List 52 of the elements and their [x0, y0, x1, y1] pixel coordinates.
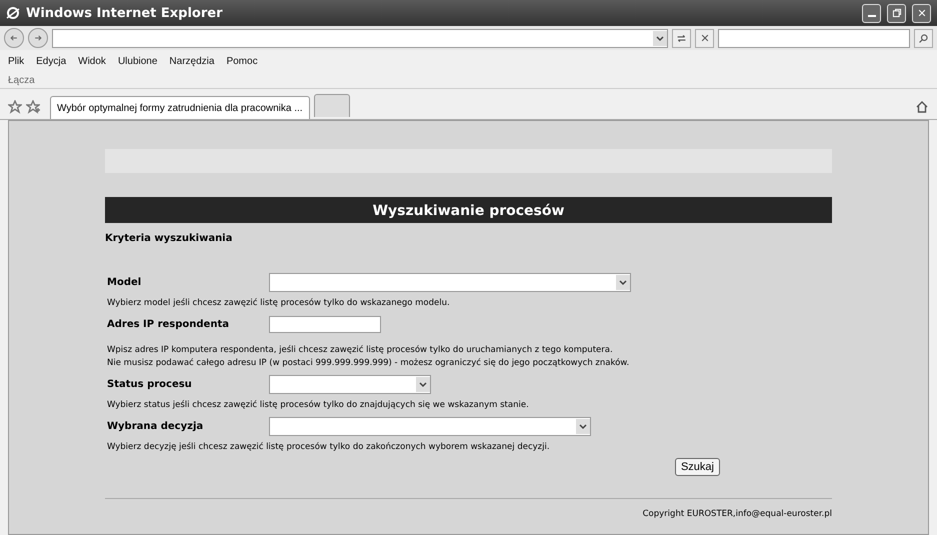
dropdown-caret-icon: [653, 30, 667, 46]
dropdown-caret-icon: [576, 418, 590, 434]
favorites-star-icon[interactable]: [8, 100, 22, 114]
field-hint: Wybierz decyzję jeśli chcesz zawęzić listę procesów tylko do zakończonych wyborem wskazanej decyzji.: [107, 441, 551, 454]
field-hint: Wpisz adres IP komputera respondenta, jeśli chcesz zawęzić listę procesów tylko do uruchamianych z tego komputera.: [107, 344, 614, 357]
maximize-button[interactable]: [887, 4, 906, 22]
window-title: Windows Internet Explorer: [26, 6, 224, 20]
restore-icon: [892, 8, 902, 18]
field-hint: Nie musisz podawać całego adresu IP (w postaci 999.999.999.999) - możesz ograniczyć się do jego początkowych znaków.: [107, 357, 630, 370]
dropdown-field[interactable]: [269, 272, 631, 292]
minimize-button[interactable]: [862, 4, 881, 22]
field-label: Status procesu: [106, 378, 193, 390]
field-hint: Wybierz model jeśli chcesz zawęzić listę procesów tylko do wskazanego modelu.: [107, 297, 451, 310]
search-field[interactable]: [718, 28, 910, 48]
input-field[interactable]: [269, 316, 381, 332]
copyright-footer: Copyright EUROSTER,info@equal-euroster.pl: [642, 509, 832, 519]
close-icon: [916, 8, 926, 18]
menu-item[interactable]: Widok: [78, 56, 106, 66]
search-icon: [918, 32, 929, 44]
menu-item[interactable]: Edycja: [36, 56, 66, 66]
dropdown-caret-icon: [616, 274, 630, 290]
section-subheading: Kryteria wyszukiwania: [105, 233, 234, 244]
search-submit-button[interactable]: Szukaj: [674, 458, 720, 476]
back-arrow-icon: [9, 33, 19, 43]
field-hint: Wybierz status jeśli chcesz zawęzić listę procesów tylko do znajdujących się we wskazanym stanie.: [107, 399, 530, 412]
dropdown-caret-icon: [416, 376, 430, 392]
browser-logo-icon: [6, 6, 20, 20]
field-label: Model: [106, 276, 142, 288]
menu-item[interactable]: Pomoc: [226, 56, 258, 66]
back-button[interactable]: [4, 28, 24, 48]
refresh-button[interactable]: [672, 28, 691, 48]
stop-button[interactable]: [695, 28, 714, 48]
menu-item[interactable]: Plik: [8, 56, 24, 66]
dropdown-field[interactable]: [269, 416, 591, 436]
menu-item[interactable]: Narzędzia: [169, 56, 214, 66]
address-field[interactable]: [52, 28, 668, 48]
field-label: Wybrana decyzja: [106, 420, 204, 432]
add-favorite-star-icon[interactable]: [26, 100, 40, 114]
search-button[interactable]: [914, 28, 933, 48]
forward-button[interactable]: [28, 28, 48, 48]
menu-item[interactable]: Ulubione: [118, 56, 158, 66]
forward-arrow-icon: [33, 33, 43, 43]
links-label: Łącza: [8, 74, 35, 86]
dropdown-field[interactable]: [269, 374, 431, 394]
home-icon[interactable]: [915, 100, 929, 114]
stop-cross-icon: [700, 33, 710, 43]
browser-tab[interactable]: Wybór optymalnej formy zatrudnienia dla pracownika ...: [50, 96, 310, 119]
field-label: Adres IP respondenta: [106, 318, 230, 330]
refresh-arrows-icon: [676, 32, 687, 44]
close-button[interactable]: [912, 4, 931, 22]
page-heading: Wyszukiwanie procesów: [105, 197, 832, 223]
minimize-icon: [868, 15, 876, 17]
